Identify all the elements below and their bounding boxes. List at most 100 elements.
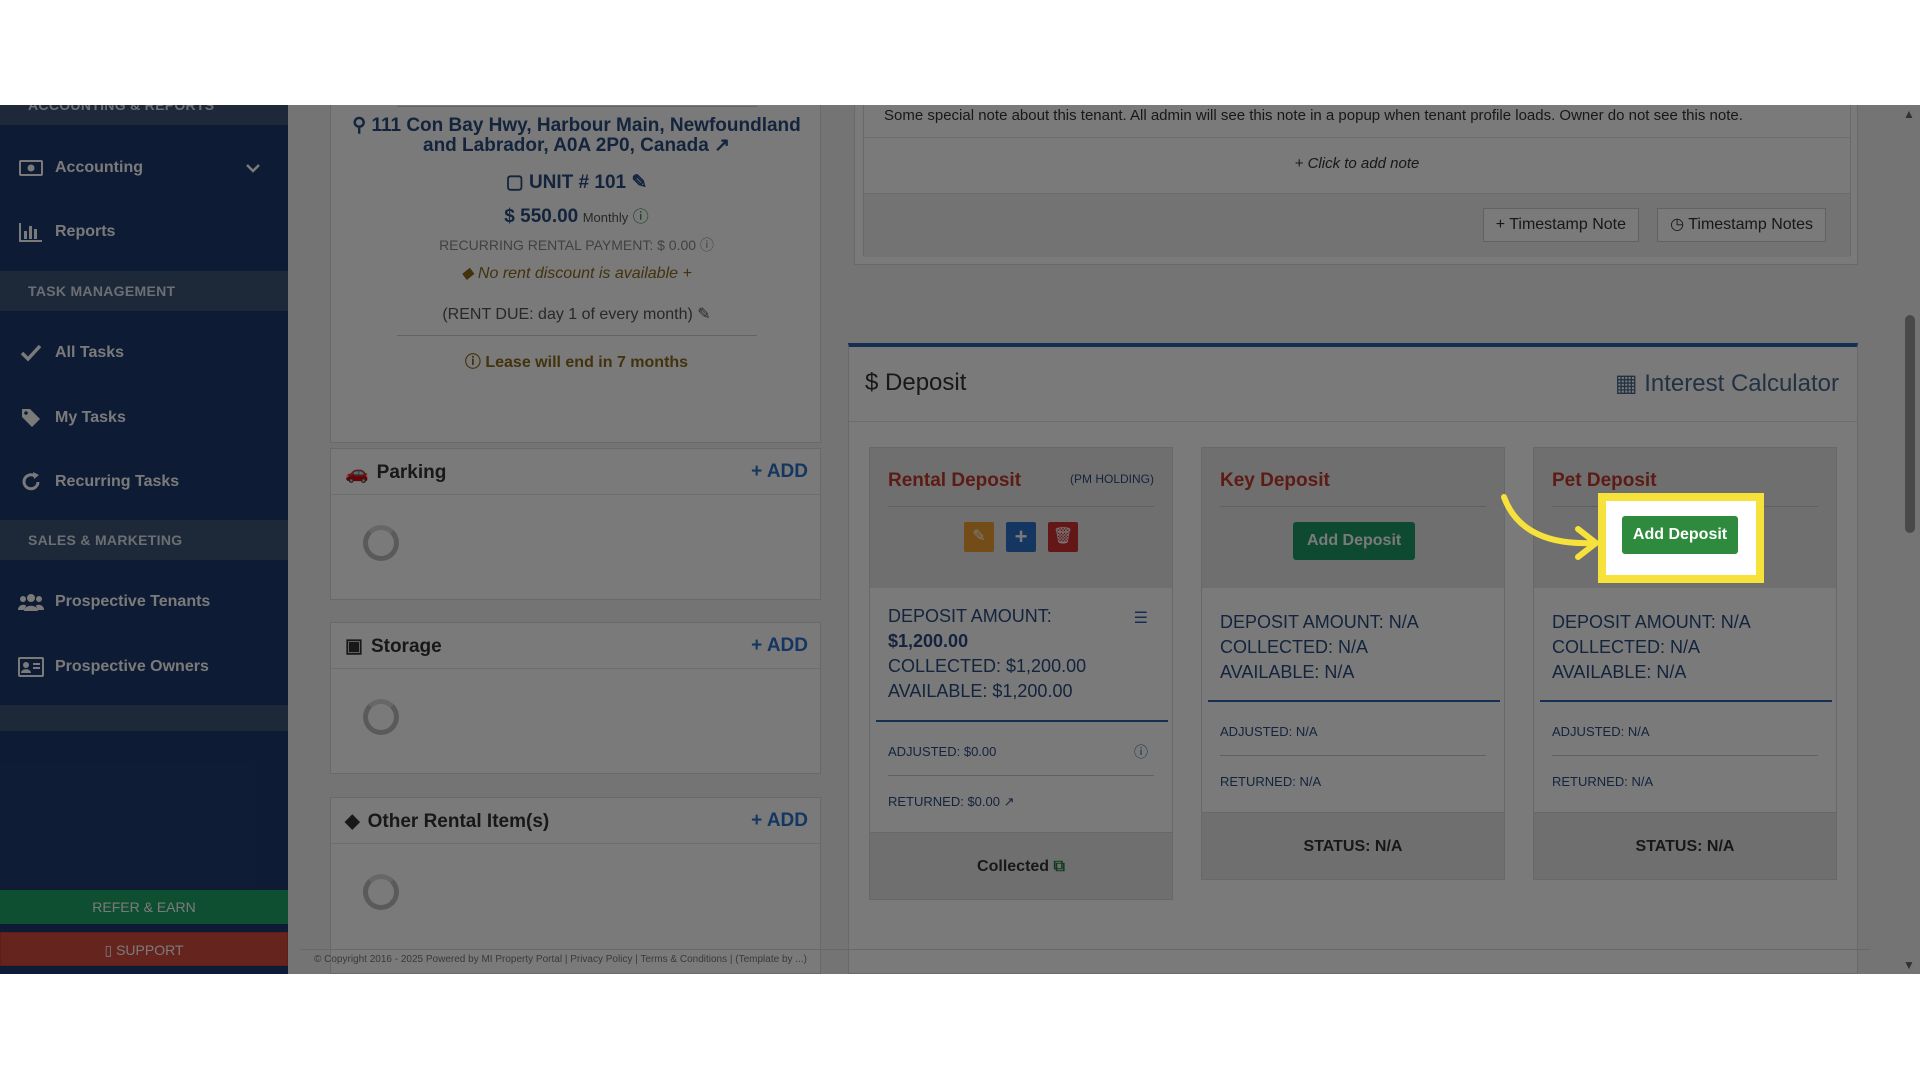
tag-icon: ◆	[461, 265, 478, 282]
add-label: ADD	[766, 635, 808, 656]
car-icon: 🚗	[345, 463, 369, 484]
deposit-amount-value: DEPOSIT AMOUNT: N/A	[1220, 612, 1419, 632]
key-deposit-card: Key Deposit Add Deposit DEPOSIT AMOUNT: …	[1201, 447, 1505, 880]
storage-header: ▣ Storage + ADD	[331, 623, 820, 669]
pet-add-deposit-button[interactable]: Add Deposit	[1622, 516, 1738, 554]
sidebar-section-accounting: ACCOUNTING & REPORTS	[0, 105, 288, 125]
support-button[interactable]: ▯ SUPPORT	[0, 932, 288, 966]
parking-add-button[interactable]: + ADD	[751, 461, 808, 483]
status-footer: Collected ⧉	[870, 832, 1172, 899]
other-items-add-button[interactable]: + ADD	[751, 810, 808, 832]
plus-icon[interactable]: +	[1006, 522, 1036, 552]
divider	[888, 775, 1154, 776]
sidebar-item-label: Prospective Owners	[55, 658, 209, 675]
status-footer: STATUS: N/A	[1202, 812, 1504, 879]
chevron-down-icon[interactable]	[246, 160, 260, 176]
divider	[1208, 700, 1500, 702]
loading-spinner	[363, 699, 399, 735]
divider	[864, 137, 1850, 138]
divider	[849, 421, 1857, 422]
list-icon[interactable]: ☰	[1134, 608, 1148, 628]
adjusted-value: ADJUSTED: N/A	[1220, 724, 1318, 739]
key-add-deposit-button[interactable]: Add Deposit	[1293, 522, 1416, 560]
scroll-down-icon[interactable]: ▼	[1903, 958, 1915, 972]
edit-icon[interactable]: ✎	[693, 306, 710, 323]
info-icon[interactable]: ⓘ	[696, 237, 714, 253]
scrollbar[interactable]: ▲ ▼	[1900, 105, 1920, 974]
app-stage: ACCOUNTING & REPORTS Accounting Reports …	[0, 105, 1920, 974]
sidebar-item-recurring-tasks[interactable]: Recurring Tasks	[0, 452, 288, 512]
sidebar-divider	[0, 705, 288, 731]
interest-calculator-link[interactable]: ▦ Interest Calculator	[1615, 369, 1839, 398]
deposit-panel: $ Deposit ▦ Interest Calculator Rental D…	[848, 343, 1858, 974]
parking-box: 🚗 Parking + ADD	[330, 448, 821, 600]
scrollbar-thumb[interactable]	[1905, 315, 1915, 533]
calculator-icon: ▦	[1614, 370, 1645, 397]
returned-value: RETURNED: N/A	[1220, 774, 1322, 789]
divider	[397, 106, 757, 107]
sidebar-item-label: Reports	[55, 223, 116, 240]
bar-chart-icon	[18, 221, 44, 243]
scroll-up-icon[interactable]: ▲	[1903, 107, 1915, 121]
refresh-icon	[18, 471, 44, 493]
sidebar-item-label: Prospective Tenants	[55, 593, 211, 610]
sidebar-item-label: Recurring Tasks	[55, 473, 180, 490]
collected-value: COLLECTED: N/A	[1552, 637, 1701, 657]
info-icon[interactable]: ⓘ	[1134, 742, 1148, 762]
collected-value: COLLECTED: N/A	[1220, 637, 1369, 657]
sidebar-item-label: All Tasks	[55, 344, 125, 361]
external-link-icon[interactable]: ↗	[1000, 794, 1015, 809]
parking-header: 🚗 Parking + ADD	[331, 449, 820, 495]
check-icon	[18, 342, 44, 364]
timestamp-notes-button[interactable]: ◷ Timestamp Notes	[1657, 208, 1826, 242]
card-header	[870, 448, 1172, 588]
info-icon[interactable]: ⓘ	[633, 209, 649, 226]
parking-label: Parking	[376, 462, 447, 483]
deposit-amount-value: DEPOSIT AMOUNT: N/A	[1552, 612, 1751, 632]
divider	[876, 720, 1168, 722]
property-address[interactable]: ⚲ 111 Con Bay Hwy, Harbour Main, Newfoun…	[331, 116, 822, 156]
trash-icon[interactable]: 🗑	[1048, 522, 1078, 552]
sidebar-item-prospective-owners[interactable]: Prospective Owners	[0, 637, 288, 697]
divider	[397, 335, 757, 336]
storage-add-button[interactable]: + ADD	[751, 635, 808, 657]
rent-value: $ 550.00	[504, 206, 579, 227]
edit-icon[interactable]: ✎	[964, 522, 994, 552]
sidebar-item-prospective-tenants[interactable]: Prospective Tenants	[0, 572, 288, 632]
external-link-icon[interactable]: ↗	[714, 135, 730, 156]
refer-earn-button[interactable]: REFER & EARN	[0, 890, 288, 924]
divider	[1540, 700, 1832, 702]
add-note-link[interactable]: + Click to add note	[864, 155, 1850, 172]
returned-value: RETURNED: $0.00	[888, 794, 1000, 809]
copy-icon[interactable]: ⧉	[1054, 858, 1065, 875]
cube-icon: ▢	[505, 172, 529, 193]
plus-icon[interactable]: +	[678, 265, 691, 282]
id-card-icon	[18, 656, 44, 678]
divider	[888, 506, 1154, 507]
support-label: SUPPORT	[116, 942, 184, 958]
sidebar-item-all-tasks[interactable]: All Tasks	[0, 323, 288, 383]
parking-title: 🚗 Parking	[345, 461, 446, 485]
storage-label: Storage	[370, 635, 442, 657]
timestamp-notes-label: Timestamp Notes	[1688, 216, 1813, 233]
add-label: ADD	[766, 461, 808, 482]
archive-icon: ▣	[345, 636, 363, 657]
sidebar-section-task: TASK MANAGEMENT	[0, 271, 288, 311]
money-icon	[18, 157, 44, 179]
edit-icon[interactable]: ✎	[631, 172, 647, 193]
timestamp-note-button[interactable]: + Timestamp Note	[1482, 208, 1639, 242]
deposit-title-text: Deposit	[885, 369, 967, 396]
storage-box: ▣ Storage + ADD	[330, 622, 821, 774]
adjusted-value: ADJUSTED: N/A	[1552, 724, 1650, 739]
rent-discount: ◆ No rent discount is available +	[331, 263, 822, 283]
discount-text: No rent discount is available	[477, 265, 679, 282]
status-footer: STATUS: N/A	[1534, 812, 1836, 879]
sidebar-item-label: Accounting	[55, 159, 143, 176]
sidebar-item-accounting[interactable]: Accounting	[0, 138, 288, 198]
unit-text: UNIT # 101	[528, 172, 627, 193]
sidebar-item-my-tasks[interactable]: My Tasks	[0, 388, 288, 448]
lease-end-text: Lease will end in 7 months	[485, 354, 689, 371]
sidebar-item-reports[interactable]: Reports	[0, 202, 288, 262]
card-header	[1202, 448, 1504, 588]
map-marker-icon: ⚲	[352, 115, 372, 136]
